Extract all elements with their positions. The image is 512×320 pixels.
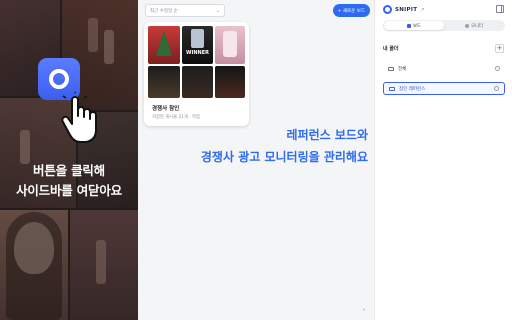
promo-panel: 버튼을 클릭해 사이드바를 여닫아요 <box>0 0 138 320</box>
folder-label: 전체 <box>398 66 407 72</box>
folder-item-competitor-reference[interactable]: 참인 레퍼런스 <box>383 82 505 95</box>
chevron-down-icon: ⌄ <box>215 7 220 14</box>
board-thumbnail <box>215 66 245 98</box>
prev-page-button[interactable]: ‹ <box>358 304 370 316</box>
folder-status-icon <box>495 66 500 71</box>
folder-icon <box>389 86 395 91</box>
marketing-caption: 레퍼런스 보드와 경쟁사 광고 모니터링을 관리해요 <box>138 124 368 168</box>
folder-icon <box>388 66 394 71</box>
brand[interactable]: SNIPIT ↗ <box>383 5 424 14</box>
brand-name: SNIPIT <box>395 6 418 13</box>
board-thumbnail <box>182 66 213 98</box>
board-card[interactable]: WINNER 경쟁사 참인 저장된 게시물 21개 · 작업 <box>144 22 249 126</box>
tab-label: 보드 <box>413 23 421 29</box>
sort-dropdown[interactable]: 최근 수정일 순 ⌄ <box>145 4 225 17</box>
extension-sidebar: SNIPIT ↗ 보드 모니터 내 폴더 + 전체 참인 레퍼런스 <box>374 0 512 320</box>
pointer-hand-icon <box>61 92 97 143</box>
tab-label: 모니터 <box>471 23 483 29</box>
folder-section-heading: 내 폴더 <box>383 46 399 52</box>
promo-heading-line-2: 사이드바를 여닫아요 <box>16 183 122 198</box>
sort-dropdown-value: 최근 수정일 순 <box>150 8 178 14</box>
folder-label: 참인 레퍼런스 <box>399 86 426 92</box>
tab-board[interactable]: 보드 <box>384 21 444 30</box>
add-folder-button[interactable]: + <box>495 44 504 53</box>
christmas-tree-image <box>156 30 172 56</box>
monitor-icon <box>465 23 470 28</box>
board-thumbnail-grid: WINNER <box>148 26 245 98</box>
board-thumbnail: WINNER <box>182 26 213 64</box>
phone-image <box>223 31 237 57</box>
external-link-icon[interactable]: ↗ <box>420 7 424 13</box>
marketing-caption-line-2: 경쟁사 광고 모니터링을 관리해요 <box>200 150 368 164</box>
tab-monitor[interactable]: 모니터 <box>444 21 504 30</box>
phone-image <box>191 29 204 48</box>
board-title: 경쟁사 참인 <box>152 106 180 112</box>
promo-heading-line-1: 버튼을 클릭해 <box>33 163 105 178</box>
board-thumbnail <box>148 26 180 64</box>
logo-ring-icon <box>49 69 69 89</box>
snipit-logo-icon <box>383 5 392 14</box>
board-thumbnail <box>148 66 180 98</box>
add-board-label: + 새로운 보드 <box>337 8 365 14</box>
board-thumbnail <box>215 26 245 64</box>
add-board-button[interactable]: + 새로운 보드 <box>332 4 370 17</box>
folder-item-all[interactable]: 전체 <box>383 62 505 75</box>
folder-status-icon <box>494 86 499 91</box>
sidebar-tabs: 보드 모니터 <box>383 20 505 31</box>
thumbnail-text: WINNER <box>185 50 209 56</box>
collapse-sidebar-icon[interactable] <box>496 5 504 13</box>
board-icon <box>407 23 412 28</box>
marketing-caption-line-1: 레퍼런스 보드와 <box>286 128 368 142</box>
board-meta: 저장된 게시물 21개 · 작업 <box>152 115 200 120</box>
